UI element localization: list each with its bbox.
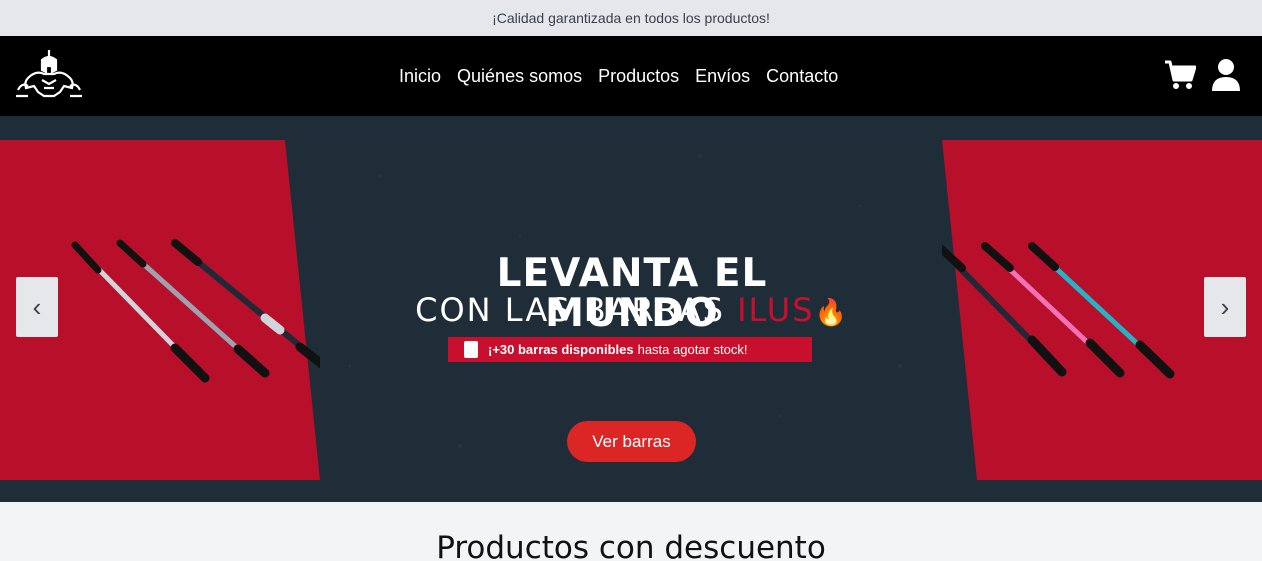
stock-badge: ¡+30 barras disponibles hasta agotar sto… bbox=[448, 337, 812, 362]
hero-carousel: LEVANTA EL MUNDO CON LAS BARRAS ILUS🔥 ¡+… bbox=[0, 116, 1262, 502]
section-title: Productos con descuento bbox=[436, 530, 826, 561]
nav-link-quienes-somos[interactable]: Quiénes somos bbox=[457, 66, 582, 87]
main-navbar: Inicio Quiénes somos Productos Envíos Co… bbox=[0, 36, 1262, 116]
stock-badge-bold: ¡+30 barras disponibles bbox=[488, 342, 634, 357]
price-tag-icon bbox=[464, 341, 478, 358]
nav-link-envios[interactable]: Envíos bbox=[695, 66, 750, 87]
announcement-bar: ¡Calidad garantizada en todos los produc… bbox=[0, 0, 1262, 36]
spartan-logo-icon[interactable] bbox=[14, 46, 84, 106]
hero-subline-prefix: CON LAS BARRAS bbox=[415, 291, 738, 329]
chevron-left-icon: ‹ bbox=[32, 291, 42, 322]
nav-link-inicio[interactable]: Inicio bbox=[399, 66, 441, 87]
hero-subline: CON LAS BARRAS ILUS🔥 bbox=[412, 292, 852, 331]
nav-links: Inicio Quiénes somos Productos Envíos Co… bbox=[399, 36, 838, 116]
cart-icon[interactable] bbox=[1164, 58, 1196, 92]
ver-barras-button[interactable]: Ver barras bbox=[567, 421, 696, 462]
nav-link-contacto[interactable]: Contacto bbox=[766, 66, 838, 87]
chevron-right-icon: › bbox=[1220, 291, 1230, 322]
announcement-text: ¡Calidad garantizada en todos los produc… bbox=[492, 10, 770, 26]
carousel-next-button[interactable]: › bbox=[1204, 277, 1246, 337]
nav-link-productos[interactable]: Productos bbox=[598, 66, 679, 87]
hero-subline-brand: ILUS bbox=[737, 291, 815, 329]
fire-icon: 🔥 bbox=[814, 298, 849, 328]
stock-badge-rest: hasta agotar stock! bbox=[637, 342, 748, 357]
carousel-prev-button[interactable]: ‹ bbox=[16, 277, 58, 337]
user-icon[interactable] bbox=[1210, 58, 1242, 92]
nav-icons bbox=[1164, 58, 1242, 92]
